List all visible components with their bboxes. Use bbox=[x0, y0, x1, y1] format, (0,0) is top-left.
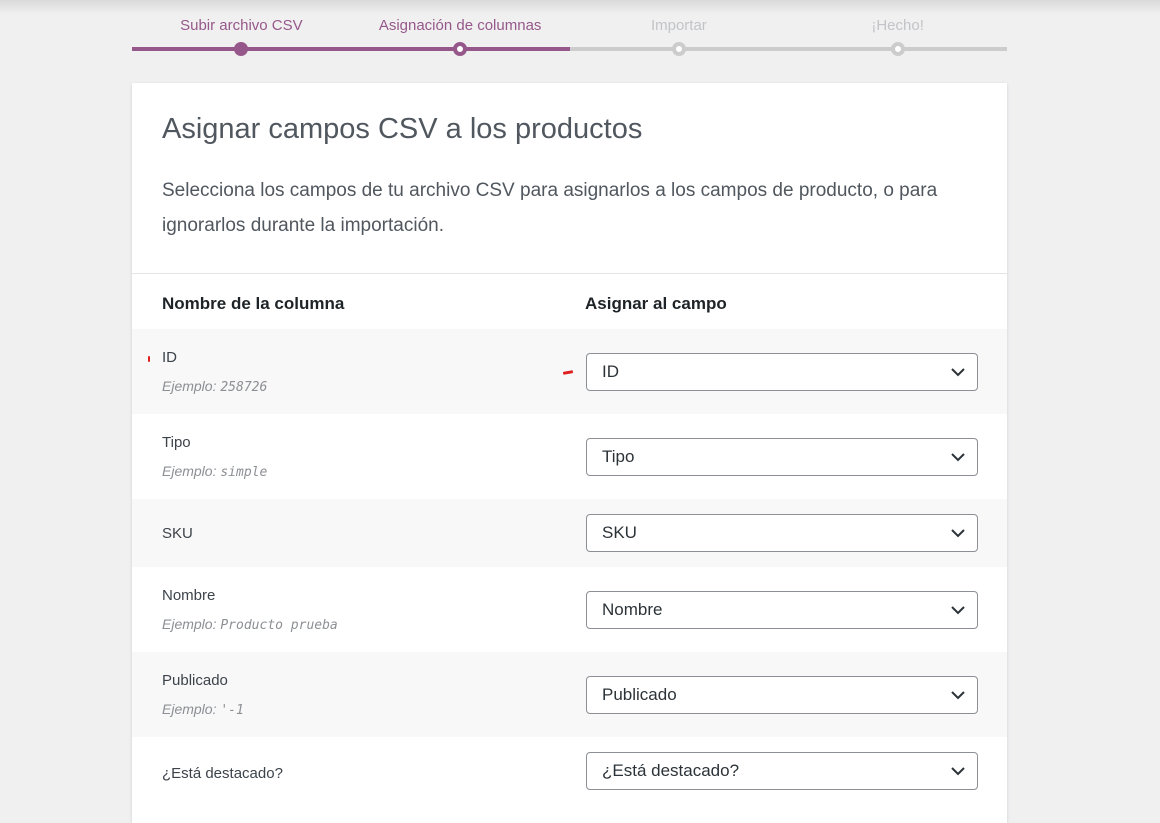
column-name: Nombre bbox=[162, 587, 216, 604]
column-example: Ejemplo: simple bbox=[162, 463, 267, 480]
example-value: '-1 bbox=[220, 703, 244, 718]
example-value: 258726 bbox=[220, 380, 268, 395]
mapping-card: Asignar campos CSV a los productos Selec… bbox=[132, 83, 1007, 823]
table-row: Nombre Ejemplo: Producto prueba Nombre bbox=[132, 567, 1007, 652]
step-upload: Subir archivo CSV bbox=[132, 0, 351, 60]
example-value: simple bbox=[220, 465, 268, 480]
step-label: Asignación de columnas bbox=[378, 17, 542, 34]
select-value: SKU bbox=[602, 523, 637, 542]
step-mapping: Asignación de columnas bbox=[350, 0, 570, 60]
chevron-down-icon bbox=[951, 767, 965, 776]
field-select[interactable]: Nombre bbox=[586, 591, 978, 629]
step-label: Subir archivo CSV bbox=[180, 17, 303, 34]
chevron-down-icon bbox=[951, 691, 965, 700]
example-prefix: Ejemplo: bbox=[162, 701, 217, 717]
chevron-down-icon bbox=[951, 529, 965, 538]
table-row: ID Ejemplo: 258726 ID bbox=[132, 329, 1007, 414]
select-value: Tipo bbox=[602, 447, 635, 466]
column-name-header: Nombre de la columna bbox=[162, 294, 345, 313]
step-dot bbox=[890, 42, 905, 56]
step-dot bbox=[453, 42, 468, 56]
table-row: Publicado Ejemplo: '-1 Publicado bbox=[132, 652, 1007, 737]
step-done: ¡Hecho! bbox=[788, 0, 1007, 60]
example-prefix: Ejemplo: bbox=[162, 463, 217, 479]
step-label: ¡Hecho! bbox=[871, 17, 924, 34]
select-value: ID bbox=[602, 362, 619, 381]
field-select[interactable]: Publicado bbox=[586, 676, 978, 714]
page-title: Asignar campos CSV a los productos bbox=[162, 113, 643, 145]
select-value: Publicado bbox=[602, 685, 677, 704]
map-field-header: Asignar al campo bbox=[585, 294, 727, 313]
field-select[interactable]: ID bbox=[586, 353, 978, 391]
step-label: Importar bbox=[650, 17, 707, 34]
column-name: Tipo bbox=[162, 434, 191, 451]
column-name: SKU bbox=[162, 525, 193, 542]
table-row: ¿Está destacado? ¿Está destacado? bbox=[132, 737, 1007, 807]
select-value: Nombre bbox=[602, 600, 663, 619]
column-example: Ejemplo: '-1 bbox=[162, 701, 244, 718]
progress-steps: Subir archivo CSV Asignación de columnas… bbox=[132, 0, 1007, 60]
page-description: Selecciona los campos de tu archivo CSV … bbox=[162, 180, 938, 236]
table-row: Tipo Ejemplo: simple Tipo bbox=[132, 414, 1007, 499]
chevron-down-icon bbox=[951, 453, 965, 462]
column-name: ¿Está destacado? bbox=[162, 765, 283, 782]
field-select[interactable]: SKU bbox=[586, 514, 978, 552]
table-header: Nombre de la columna Asignar al campo bbox=[132, 274, 1007, 329]
example-prefix: Ejemplo: bbox=[162, 378, 217, 394]
column-example: Ejemplo: 258726 bbox=[162, 378, 267, 395]
example-value: Producto prueba bbox=[220, 618, 338, 633]
step-dot bbox=[234, 42, 249, 56]
field-select[interactable]: Tipo bbox=[586, 438, 978, 476]
column-name: Publicado bbox=[162, 672, 228, 689]
select-value: ¿Está destacado? bbox=[602, 761, 740, 780]
field-select[interactable]: ¿Está destacado? bbox=[586, 752, 978, 790]
annotation-mark bbox=[148, 356, 150, 362]
annotation-mark bbox=[562, 370, 574, 375]
chevron-down-icon bbox=[951, 368, 965, 377]
example-prefix: Ejemplo: bbox=[162, 616, 217, 632]
table-row: SKU SKU bbox=[132, 499, 1007, 567]
column-example: Ejemplo: Producto prueba bbox=[162, 616, 338, 633]
chevron-down-icon bbox=[951, 606, 965, 615]
column-name: ID bbox=[162, 349, 177, 366]
mapping-table: ID Ejemplo: 258726 ID Tipo Ejemplo: simp… bbox=[132, 329, 1007, 807]
step-import: Importar bbox=[569, 0, 789, 60]
step-dot bbox=[671, 42, 686, 56]
